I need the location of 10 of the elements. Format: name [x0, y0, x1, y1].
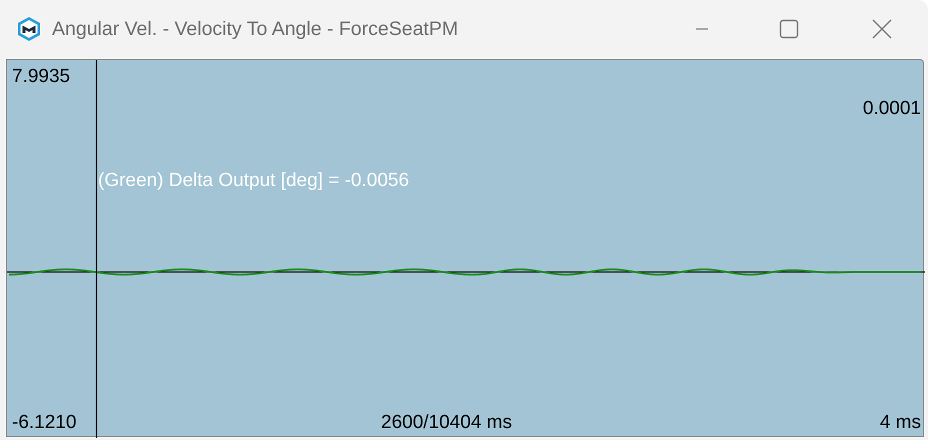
value-label: 0.0001 [862, 98, 921, 120]
app-logo-icon [17, 16, 41, 42]
window-title: Angular Vel. - Velocity To Angle - ForceSeatPM [52, 18, 458, 40]
axis-min-label: -6.1210 [12, 412, 76, 434]
axis-max-label: 7.9935 [12, 66, 70, 88]
cursor-readout: (Green) Delta Output [deg] = -0.0056 [98, 170, 410, 192]
close-icon [872, 19, 892, 39]
time-position-label: 2600/10404 ms [381, 412, 512, 434]
time-scale-label: 4 ms [880, 412, 921, 434]
maximize-icon [778, 19, 798, 39]
